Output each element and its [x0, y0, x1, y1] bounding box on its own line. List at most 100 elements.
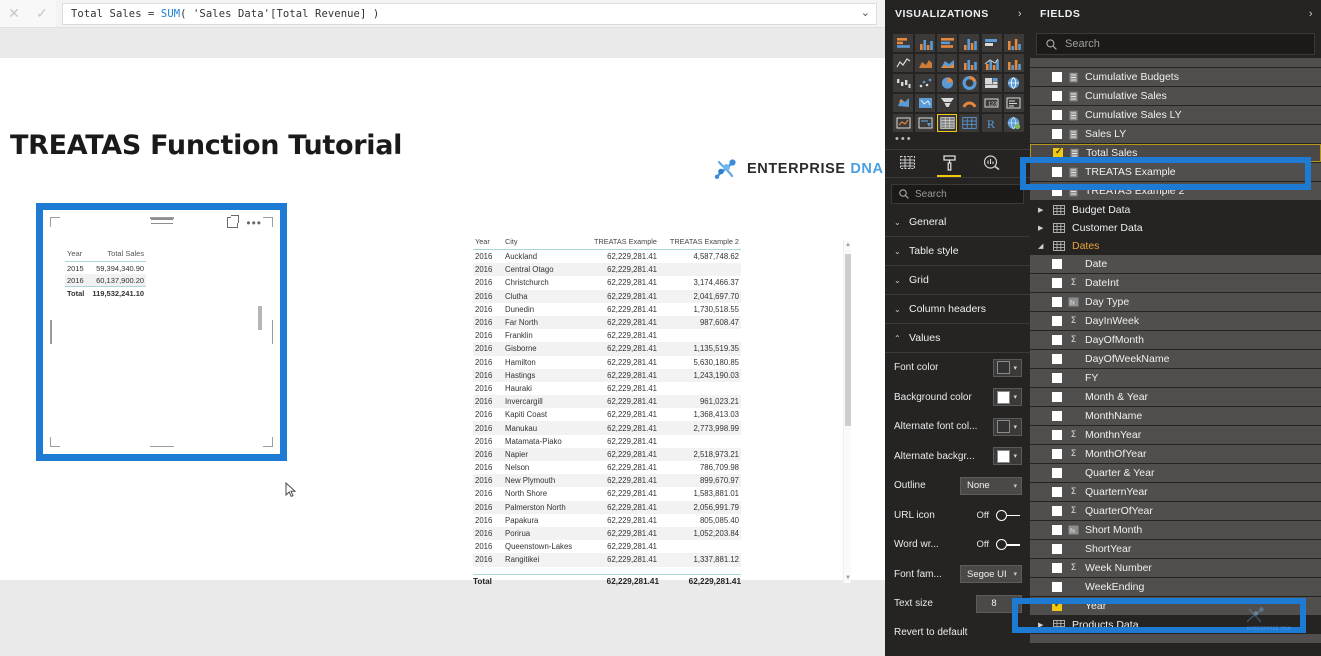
field-checkbox[interactable] — [1052, 335, 1062, 345]
stacked-area-chart-icon[interactable] — [937, 54, 958, 72]
visual-scrollbar[interactable] — [258, 306, 262, 330]
col-treatas-example[interactable]: TREATAS Example — [581, 236, 659, 250]
format-section-table-style[interactable]: ⌄ Table style — [885, 237, 1030, 266]
filled-map-icon[interactable] — [893, 94, 913, 112]
kpi-icon[interactable] — [893, 114, 913, 132]
table-row[interactable]: 2016 Porirua 62,229,281.41 1,052,203.84 — [473, 526, 741, 541]
chevron-right-icon[interactable]: › — [1309, 8, 1313, 20]
field-item-month-year[interactable]: Month & Year — [1030, 388, 1321, 406]
format-section-values[interactable]: ⌃ Values — [885, 324, 1030, 353]
table-visual-small[interactable]: ••• Year Total Sales 2015 59,394,340.90 … — [43, 210, 296, 498]
field-checkbox[interactable] — [1052, 167, 1062, 177]
field-checkbox[interactable] — [1052, 563, 1062, 573]
field-checkbox[interactable] — [1052, 525, 1062, 535]
table-row[interactable]: 2016 North Shore 62,229,281.41 1,583,881.01 — [473, 487, 741, 500]
chevron-down-icon[interactable]: ⌄ — [861, 6, 870, 19]
field-item-monthnyear[interactable]: Σ MonthnYear — [1030, 426, 1321, 444]
more-visuals-icon[interactable]: ••• — [885, 134, 1030, 149]
field-checkbox[interactable] — [1052, 72, 1062, 82]
chevron-right-icon[interactable]: ▶ — [1038, 224, 1046, 232]
table-row[interactable]: 2016 Rangitikei 62,229,281.41 1,337,881.12 — [473, 553, 741, 567]
table-row[interactable]: 2016 Palmerston North 62,229,281.41 2,056,9… — [473, 500, 741, 514]
mini-col-total-sales[interactable]: Total Sales — [90, 248, 147, 262]
field-item-cumulative-sales-ly[interactable]: Cumulative Sales LY — [1030, 106, 1321, 124]
field-item-treatas-example[interactable]: TREATAS Example — [1030, 163, 1321, 181]
field-item-date[interactable]: Date — [1030, 255, 1321, 273]
field-checkbox[interactable] — [1052, 430, 1062, 440]
field-checkbox[interactable] — [1052, 354, 1062, 364]
field-checkbox[interactable] — [1052, 411, 1062, 421]
more-options-icon[interactable]: ••• — [246, 217, 262, 229]
field-item-monthofyear[interactable]: Σ MonthOfYear — [1030, 445, 1321, 463]
field-checkbox[interactable] — [1052, 186, 1062, 196]
ribbon-chart-icon[interactable] — [1003, 54, 1024, 72]
clustered-column-chart-icon[interactable] — [915, 34, 936, 52]
chevron-right-icon[interactable]: ▶ — [1038, 621, 1046, 629]
table-row[interactable]: 2016 Hauraki 62,229,281.41 — [473, 382, 741, 395]
table-row[interactable]: 2016 Central Otago 62,229,281.41 — [473, 263, 741, 277]
text-size-stepper[interactable]: 8 ▲ ▼ — [976, 594, 1022, 613]
chevron-right-icon[interactable]: ▶ — [1038, 206, 1046, 214]
field-item-total-sales[interactable]: Total Sales — [1030, 144, 1321, 162]
table-row[interactable]: 2016 New Plymouth 62,229,281.41 899,670.97 — [473, 474, 741, 488]
field-item-quarterofyear[interactable]: Σ QuarterOfYear — [1030, 502, 1321, 520]
field-item-dayofweekname[interactable]: DayOfWeekName — [1030, 350, 1321, 368]
fields-search-input[interactable]: Search — [1036, 33, 1315, 55]
font-color-picker[interactable]: ▾ — [993, 358, 1022, 377]
field-checkbox[interactable] — [1052, 599, 1062, 611]
table-row[interactable]: 2016 Christchurch 62,229,281.41 3,174,466.3… — [473, 276, 741, 289]
background-color-picker[interactable]: ▾ — [993, 388, 1022, 407]
r-script-visual-icon[interactable]: R — [981, 114, 1002, 132]
resize-handle-top-right[interactable] — [263, 217, 273, 227]
table-row[interactable]: 2016 Matamata-Piako 62,229,281.41 — [473, 435, 741, 448]
col-city[interactable]: City — [503, 236, 581, 250]
field-checkbox[interactable] — [1052, 544, 1062, 554]
scroll-up-icon[interactable]: ▲ — [845, 242, 851, 248]
get-more-visuals-icon[interactable] — [1003, 114, 1024, 132]
format-section-general[interactable]: ⌄ General — [885, 208, 1030, 237]
field-item-fy[interactable]: FY — [1030, 369, 1321, 387]
table-body-scroll-region[interactable]: 2016 Auckland 62,229,281.41 4,587,748.62 201… — [473, 250, 741, 588]
focus-mode-icon[interactable] — [227, 217, 239, 228]
field-item-dateint[interactable]: Σ DateInt — [1030, 274, 1321, 292]
table-scrollbar[interactable]: ▲ ▼ — [843, 240, 851, 583]
donut-chart-icon[interactable] — [959, 74, 980, 92]
field-item-day-type[interactable]: fx Day Type — [1030, 293, 1321, 311]
close-icon[interactable]: ✕ — [0, 0, 28, 27]
font-family-dropdown[interactable]: Segoe UI ▾ — [960, 565, 1022, 584]
table-row[interactable]: 2016 Papakura 62,229,281.41 805,085.40 — [473, 514, 741, 527]
field-item-dayofmonth[interactable]: Σ DayOfMonth — [1030, 331, 1321, 349]
table-item-dates[interactable]: ◢ Dates — [1030, 237, 1321, 255]
table-row[interactable]: 2016 Clutha 62,229,281.41 2,041,697.70 — [473, 289, 741, 303]
table-row[interactable]: 2016 Hastings 62,229,281.41 1,243,190.03 — [473, 368, 741, 382]
report-page[interactable]: TREATAS Function Tutorial ENTERPRISE DNA — [0, 58, 885, 586]
funnel-chart-icon[interactable] — [937, 94, 958, 112]
url-icon-toggle[interactable] — [996, 509, 1022, 521]
shape-map-icon[interactable] — [915, 94, 936, 112]
waterfall-chart-icon[interactable] — [893, 74, 913, 92]
field-checkbox[interactable] — [1052, 449, 1062, 459]
format-section-column-headers[interactable]: ⌄ Column headers — [885, 295, 1030, 324]
outline-dropdown[interactable]: None ▾ — [960, 476, 1022, 495]
field-checkbox[interactable] — [1052, 373, 1062, 383]
field-item-short-month[interactable]: fx Short Month — [1030, 521, 1321, 539]
field-checkbox[interactable] — [1052, 506, 1062, 516]
table-row[interactable]: 2016 Far North 62,229,281.41 987,608.47 — [473, 315, 741, 330]
table-row[interactable]: 2016 60,137,900.20 — [65, 274, 147, 287]
table-row[interactable]: 2016 Kapiti Coast 62,229,281.41 1,368,413.0… — [473, 408, 741, 421]
resize-handle-left[interactable] — [50, 320, 52, 344]
field-item-weekending[interactable]: WeekEnding — [1030, 578, 1321, 596]
report-canvas[interactable]: TREATAS Function Tutorial ENTERPRISE DNA — [0, 28, 885, 656]
treatas-data-table[interactable]: Year City TREATAS Example TREATAS Exampl… — [473, 236, 741, 588]
table-row[interactable]: 2016 Napier 62,229,281.41 2,518,973.21 — [473, 447, 741, 461]
column-chart-icon[interactable] — [1003, 34, 1024, 52]
table-row[interactable]: 2016 Franklin 62,229,281.41 — [473, 329, 741, 342]
field-item-treatas-example-2[interactable]: TREATAS Example 2 — [1030, 182, 1321, 200]
field-item-monthname[interactable]: MonthName — [1030, 407, 1321, 425]
table-item-budget-data[interactable]: ▶ Budget Data — [1030, 201, 1321, 219]
format-tab[interactable] — [937, 150, 961, 177]
multi-row-card-icon[interactable] — [1003, 94, 1024, 112]
alternate-font-color-picker[interactable]: ▾ — [993, 417, 1022, 436]
resize-handle-right[interactable] — [271, 320, 273, 344]
line-column-chart-icon[interactable] — [959, 54, 980, 72]
